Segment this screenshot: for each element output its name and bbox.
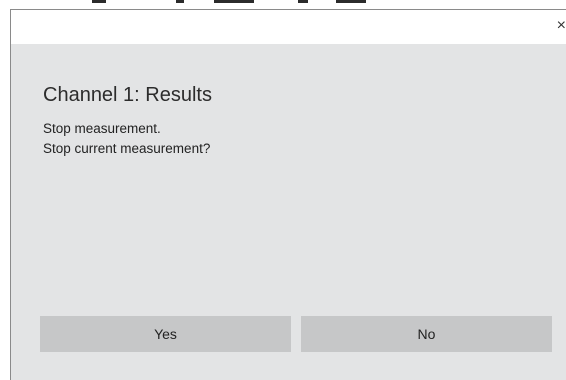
dialog-message-line-2: Stop current measurement? [43, 141, 211, 156]
background-fragment [214, 0, 254, 3]
dialog-title: Channel 1: Results [43, 84, 212, 106]
confirm-dialog: × Channel 1: Results Stop measurement. S… [10, 9, 566, 380]
background-fragment [298, 0, 308, 3]
dialog-titlebar: × [11, 10, 566, 44]
background-window-edge [0, 0, 566, 9]
background-fragment [92, 0, 106, 3]
background-fragment [176, 0, 184, 3]
background-fragment [336, 0, 366, 3]
close-icon[interactable]: × [552, 16, 566, 36]
yes-button[interactable]: Yes [40, 316, 291, 352]
no-button[interactable]: No [301, 316, 552, 352]
dialog-message-line-1: Stop measurement. [43, 121, 161, 136]
